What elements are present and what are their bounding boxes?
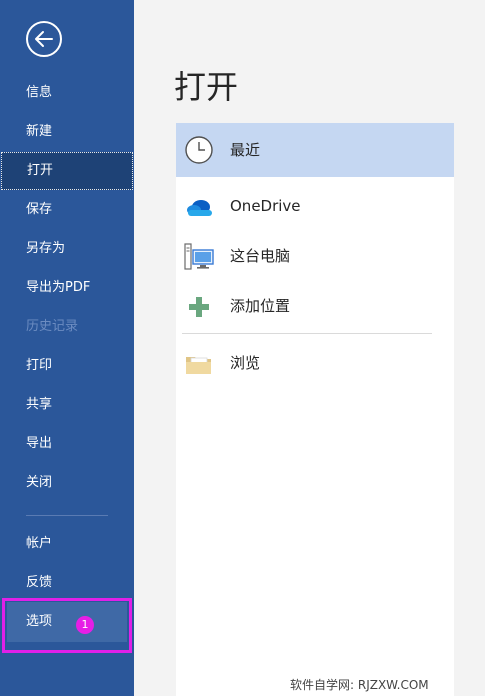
nav-save[interactable]: 保存 <box>0 191 134 229</box>
location-browse[interactable]: 浏览 <box>176 337 454 389</box>
nav-account[interactable]: 帐户 <box>0 525 134 563</box>
location-recent[interactable]: 最近 <box>176 123 454 177</box>
page-title: 打开 <box>174 68 239 106</box>
back-button[interactable] <box>26 21 62 57</box>
cloud-icon <box>187 200 212 216</box>
nav-save-as[interactable]: 另存为 <box>0 230 134 268</box>
location-recent-label: 最近 <box>230 141 261 159</box>
computer-icon <box>184 243 214 270</box>
nav-open[interactable]: 打开 <box>1 152 133 190</box>
nav-info[interactable]: 信息 <box>0 74 134 112</box>
nav-divider <box>26 515 108 516</box>
location-add-place[interactable]: 添加位置 <box>176 280 454 332</box>
plus-icon <box>189 297 209 317</box>
location-this-pc[interactable]: 这台电脑 <box>176 230 454 282</box>
nav-export[interactable]: 导出 <box>0 425 134 463</box>
location-browse-label: 浏览 <box>230 354 261 372</box>
watermark-text: 软件自学网: RJZXW.COM <box>290 678 429 692</box>
nav-history: 历史记录 <box>26 319 79 334</box>
nav-print[interactable]: 打印 <box>0 347 134 385</box>
nav-feedback[interactable]: 反馈 <box>0 564 134 602</box>
open-pane: 打开 最近 OneDrive 这台电脑 添加位置 浏览 <box>134 0 485 696</box>
location-add-place-label: 添加位置 <box>230 297 291 315</box>
location-divider <box>182 333 432 334</box>
folder-icon <box>186 357 211 374</box>
clock-icon <box>185 136 213 164</box>
nav-new[interactable]: 新建 <box>0 113 134 151</box>
nav-options[interactable]: 选项 <box>7 602 127 642</box>
step-badge: 1 <box>76 616 94 634</box>
nav-close[interactable]: 关闭 <box>0 464 134 502</box>
nav-export-pdf[interactable]: 导出为PDF <box>0 269 134 307</box>
location-this-pc-label: 这台电脑 <box>230 247 291 265</box>
location-onedrive-label: OneDrive <box>230 197 301 215</box>
arrow-left-icon <box>35 31 53 47</box>
nav-share[interactable]: 共享 <box>0 386 134 424</box>
location-onedrive[interactable]: OneDrive <box>176 180 454 232</box>
location-list: 最近 OneDrive 这台电脑 添加位置 浏览 <box>176 123 454 696</box>
backstage-sidebar: 信息 新建 打开 保存 另存为 导出为PDF 历史记录 打印 共享 导出 关闭 … <box>0 0 134 696</box>
